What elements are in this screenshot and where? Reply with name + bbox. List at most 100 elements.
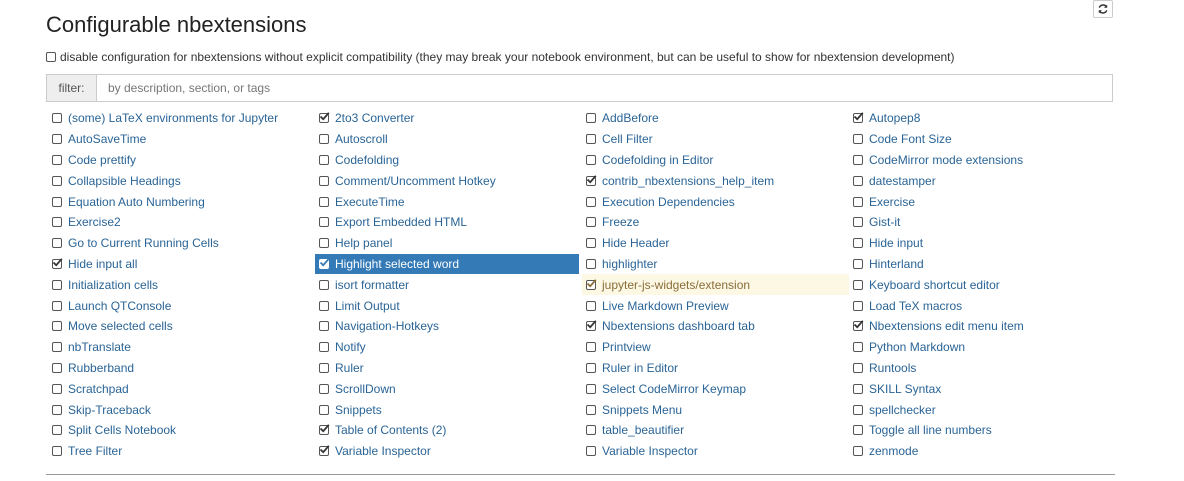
checkbox-unchecked[interactable] xyxy=(586,134,596,145)
extension-item[interactable]: Help panel xyxy=(315,233,578,254)
checkbox-unchecked[interactable] xyxy=(52,196,62,207)
checkbox-unchecked[interactable] xyxy=(52,362,62,373)
extension-item[interactable]: Split Cells Notebook xyxy=(48,420,311,441)
checkbox-unchecked[interactable] xyxy=(319,154,329,165)
checkbox-checked[interactable] xyxy=(586,174,597,186)
extension-item[interactable]: highlighter xyxy=(582,254,845,275)
checkbox-unchecked[interactable] xyxy=(853,383,863,394)
checkbox-unchecked[interactable] xyxy=(586,342,596,353)
checkbox-unchecked[interactable] xyxy=(853,238,863,249)
checkbox-unchecked[interactable] xyxy=(853,446,863,457)
extension-item[interactable]: AutoSaveTime xyxy=(48,129,311,150)
compat-checkbox-row[interactable]: disable configuration for nbextensions w… xyxy=(46,50,955,64)
checkbox-unchecked[interactable] xyxy=(853,154,863,165)
extension-item[interactable]: Exercise2 xyxy=(48,212,311,233)
checkbox-unchecked[interactable] xyxy=(319,134,329,145)
checkbox-unchecked[interactable] xyxy=(52,113,62,124)
extension-item[interactable]: 2to3 Converter xyxy=(315,108,578,129)
extension-item[interactable]: Keyboard shortcut editor xyxy=(849,274,1114,295)
checkbox-unchecked[interactable] xyxy=(586,217,596,228)
extension-item[interactable]: Collapsible Headings xyxy=(48,170,311,191)
extension-item[interactable]: Hinterland xyxy=(849,254,1114,275)
checkbox-unchecked[interactable] xyxy=(586,383,596,394)
checkbox-unchecked[interactable] xyxy=(52,342,62,353)
checkbox-unchecked[interactable] xyxy=(853,342,863,353)
checkbox-unchecked[interactable] xyxy=(586,425,596,436)
extension-item[interactable]: Snippets xyxy=(315,399,578,420)
checkbox-unchecked[interactable] xyxy=(586,154,596,165)
extension-item[interactable]: Go to Current Running Cells xyxy=(48,233,311,254)
extension-item[interactable]: Variable Inspector xyxy=(315,441,578,462)
checkbox-unchecked[interactable] xyxy=(586,258,596,269)
extension-item[interactable]: nbTranslate xyxy=(48,337,311,358)
extension-item[interactable]: (some) LaTeX environments for Jupyter xyxy=(48,108,311,129)
extension-item[interactable]: Python Markdown xyxy=(849,337,1114,358)
checkbox-unchecked[interactable] xyxy=(52,300,62,311)
extension-item[interactable]: ScrollDown xyxy=(315,378,578,399)
extension-item[interactable]: Tree Filter xyxy=(48,441,311,462)
checkbox-unchecked[interactable] xyxy=(319,175,329,186)
checkbox-unchecked[interactable] xyxy=(586,196,596,207)
extension-item[interactable]: Codefolding xyxy=(315,150,578,171)
extension-item[interactable]: Hide input xyxy=(849,233,1114,254)
extension-item[interactable]: jupyter-js-widgets/extension xyxy=(582,274,849,296)
checkbox-unchecked[interactable] xyxy=(52,175,62,186)
extension-item[interactable]: Variable Inspector xyxy=(582,441,845,462)
extension-item[interactable]: contrib_nbextensions_help_item xyxy=(582,170,845,191)
extension-item[interactable]: ExecuteTime xyxy=(315,191,578,212)
extension-item[interactable]: Scratchpad xyxy=(48,378,311,399)
extension-item[interactable]: Rubberband xyxy=(48,358,311,379)
checkbox-checked[interactable] xyxy=(586,320,597,332)
extension-item[interactable]: Toggle all line numbers xyxy=(849,420,1114,441)
checkbox-unchecked[interactable] xyxy=(853,362,863,373)
checkbox-checked[interactable] xyxy=(319,424,330,436)
checkbox-unchecked[interactable] xyxy=(52,404,62,415)
extension-item[interactable]: Export Embedded HTML xyxy=(315,212,578,233)
checkbox-unchecked[interactable] xyxy=(319,238,329,249)
extension-item[interactable]: Navigation-Hotkeys xyxy=(315,316,578,337)
extension-item[interactable]: Snippets Menu xyxy=(582,399,845,420)
checkbox-unchecked[interactable] xyxy=(52,321,62,332)
checkbox-checked[interactable] xyxy=(319,258,330,269)
extension-item[interactable]: Notify xyxy=(315,337,578,358)
checkbox-unchecked[interactable] xyxy=(319,383,329,394)
checkbox-checked[interactable] xyxy=(853,112,864,124)
checkbox-unchecked[interactable] xyxy=(52,134,62,145)
extension-item[interactable]: Live Markdown Preview xyxy=(582,295,845,316)
extension-item[interactable]: Table of Contents (2) xyxy=(315,420,578,441)
extension-item[interactable]: AddBefore xyxy=(582,108,845,129)
extension-item[interactable]: zenmode xyxy=(849,441,1114,462)
extension-item[interactable]: Nbextensions edit menu item xyxy=(849,316,1114,337)
extension-item[interactable]: Autoscroll xyxy=(315,129,578,150)
extension-item[interactable]: Launch QTConsole xyxy=(48,295,311,316)
checkbox-unchecked[interactable] xyxy=(319,404,329,415)
extension-item[interactable]: Runtools xyxy=(849,358,1114,379)
checkbox-checked[interactable] xyxy=(853,320,864,332)
extension-item[interactable]: Exercise xyxy=(849,191,1114,212)
checkbox-unchecked[interactable] xyxy=(586,300,596,311)
checkbox-unchecked[interactable] xyxy=(586,113,596,124)
checkbox-unchecked[interactable] xyxy=(853,279,863,290)
extension-item[interactable]: Cell Filter xyxy=(582,129,845,150)
checkbox-unchecked[interactable] xyxy=(586,446,596,457)
extension-item[interactable]: datestamper xyxy=(849,170,1114,191)
extension-item[interactable]: Limit Output xyxy=(315,295,578,316)
checkbox-unchecked[interactable] xyxy=(853,217,863,228)
checkbox-unchecked[interactable] xyxy=(52,425,62,436)
checkbox-unchecked[interactable] xyxy=(319,196,329,207)
filter-input[interactable] xyxy=(97,75,1112,101)
checkbox-unchecked[interactable] xyxy=(52,154,62,165)
refresh-button[interactable] xyxy=(1093,0,1113,18)
extension-item[interactable]: Freeze xyxy=(582,212,845,233)
checkbox-unchecked[interactable] xyxy=(853,425,863,436)
extension-item[interactable]: Highlight selected word xyxy=(315,253,579,275)
extension-item[interactable]: Initialization cells xyxy=(48,274,311,295)
checkbox-unchecked[interactable] xyxy=(586,238,596,249)
checkbox-unchecked[interactable] xyxy=(319,279,329,290)
extension-item[interactable]: CodeMirror mode extensions xyxy=(849,150,1114,171)
checkbox-unchecked[interactable] xyxy=(52,383,62,394)
extension-item[interactable]: Gist-it xyxy=(849,212,1114,233)
extension-item[interactable]: table_beautifier xyxy=(582,420,845,441)
checkbox-unchecked[interactable] xyxy=(319,217,329,228)
checkbox-unchecked[interactable] xyxy=(853,134,863,145)
